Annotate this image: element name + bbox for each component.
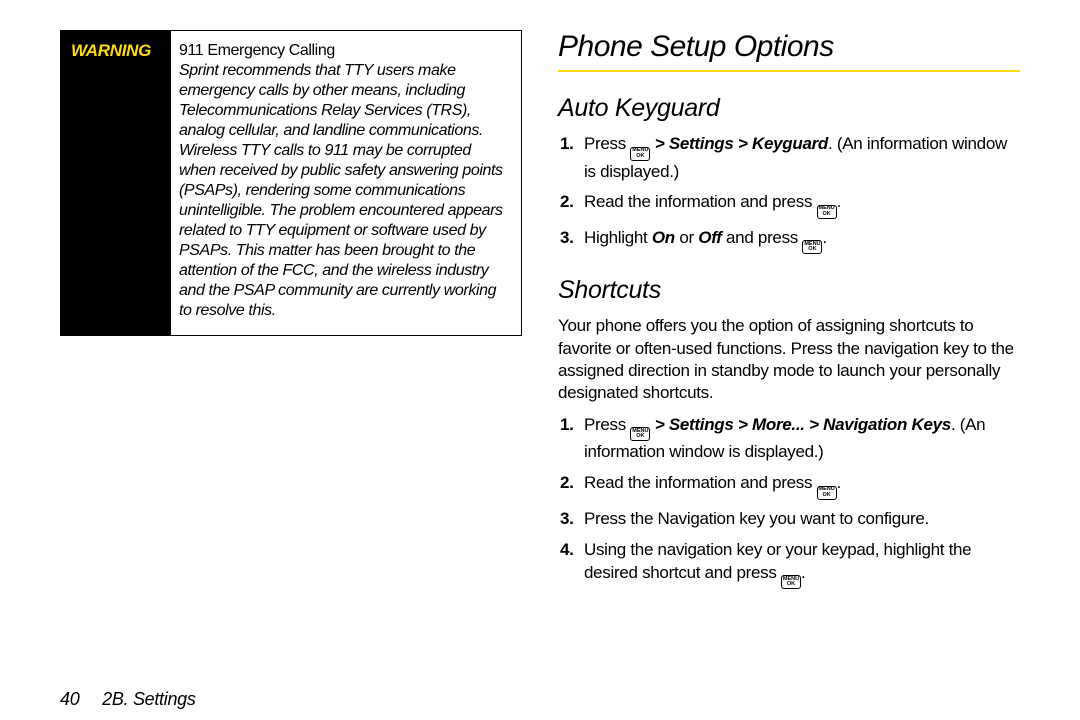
- section-heading-phone-setup: Phone Setup Options: [558, 30, 1020, 72]
- step-text: Read the information and press: [584, 473, 817, 492]
- step-text: Read the information and press: [584, 192, 817, 211]
- option-on: On: [652, 228, 675, 247]
- list-item: Read the information and press MENUOK.: [558, 472, 1020, 500]
- menu-ok-key-icon: MENUOK: [630, 147, 650, 161]
- autokeyguard-steps: Press MENUOK > Settings > Keyguard. (An …: [558, 133, 1020, 262]
- right-column: Phone Setup Options Auto Keyguard Press …: [558, 30, 1020, 669]
- warning-text: Sprint recommends that TTY users make em…: [179, 62, 503, 319]
- menu-ok-key-icon: MENUOK: [817, 486, 837, 500]
- menu-ok-key-icon: MENUOK: [781, 575, 801, 589]
- step-text: Press the Navigation key you want to con…: [584, 509, 929, 528]
- step-text: Press: [584, 415, 630, 434]
- step-text: .: [837, 192, 841, 211]
- manual-page: WARNING 911 Emergency Calling Sprint rec…: [0, 0, 1080, 720]
- step-path: > Settings > More... > Navigation Keys: [650, 415, 951, 434]
- step-text: Highlight: [584, 228, 652, 247]
- menu-ok-key-icon: MENUOK: [802, 240, 822, 254]
- list-item: Highlight On or Off and press MENUOK.: [558, 227, 1020, 255]
- shortcuts-steps: Press MENUOK > Settings > More... > Navi…: [558, 414, 1020, 597]
- step-text: .: [801, 563, 805, 582]
- warning-box: WARNING 911 Emergency Calling Sprint rec…: [60, 30, 522, 336]
- list-item: Read the information and press MENUOK.: [558, 191, 1020, 219]
- left-column: WARNING 911 Emergency Calling Sprint rec…: [60, 30, 522, 669]
- shortcuts-paragraph: Your phone offers you the option of assi…: [558, 315, 1020, 403]
- warning-body: 911 Emergency Calling Sprint recommends …: [171, 31, 521, 335]
- step-text: Press: [584, 134, 630, 153]
- section-name: 2B. Settings: [102, 689, 195, 709]
- menu-ok-key-icon: MENUOK: [630, 427, 650, 441]
- step-text: .: [822, 228, 826, 247]
- warning-label: WARNING: [71, 41, 151, 60]
- page-number: 40: [60, 689, 79, 709]
- list-item: Press MENUOK > Settings > Keyguard. (An …: [558, 133, 1020, 183]
- menu-ok-key-icon: MENUOK: [817, 205, 837, 219]
- warning-title: 911 Emergency Calling: [179, 42, 335, 59]
- step-text: Using the navigation key or your keypad,…: [584, 540, 971, 582]
- page-footer: 40 2B. Settings: [60, 669, 1020, 710]
- step-path: > Settings > Keyguard: [650, 134, 828, 153]
- list-item: Press MENUOK > Settings > More... > Navi…: [558, 414, 1020, 464]
- step-text: and press: [722, 228, 803, 247]
- list-item: Using the navigation key or your keypad,…: [558, 539, 1020, 589]
- step-text: or: [675, 228, 698, 247]
- warning-label-cell: WARNING: [61, 31, 171, 335]
- subheading-auto-keyguard: Auto Keyguard: [558, 94, 1020, 123]
- columns: WARNING 911 Emergency Calling Sprint rec…: [60, 30, 1020, 669]
- option-off: Off: [698, 228, 721, 247]
- list-item: Press the Navigation key you want to con…: [558, 508, 1020, 531]
- step-text: .: [837, 473, 841, 492]
- subheading-shortcuts: Shortcuts: [558, 276, 1020, 305]
